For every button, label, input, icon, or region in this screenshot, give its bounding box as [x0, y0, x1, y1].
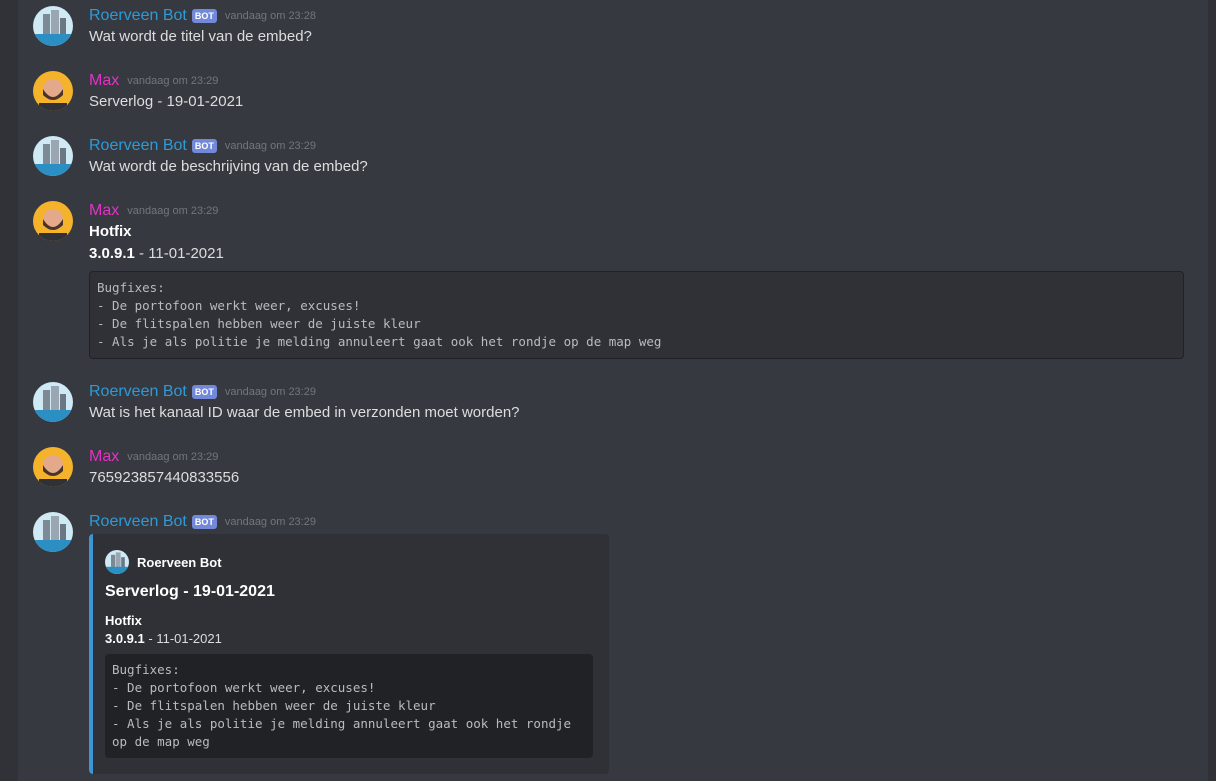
bot-avatar-icon[interactable] — [33, 6, 73, 46]
username[interactable]: Roerveen Bot — [89, 137, 187, 155]
username[interactable]: Roerveen Bot — [89, 7, 187, 25]
timestamp: vandaag om 23:29 — [224, 386, 316, 398]
bot-avatar-icon[interactable] — [33, 382, 73, 422]
message-text: Wat wordt de beschrijving van de embed? — [89, 158, 368, 175]
username[interactable]: Roerveen Bot — [89, 383, 187, 401]
message-version-line: 3.0.9.1 - 11-01-2021 — [89, 245, 224, 262]
left-gutter — [0, 0, 18, 781]
date-suffix: - 11-01-2021 — [134, 245, 224, 262]
embed-author: Roerveen Bot — [105, 550, 222, 574]
embed-date-suffix: - 11-01-2021 — [144, 631, 222, 646]
scrollbar-track[interactable] — [1208, 0, 1216, 781]
bot-badge: BOT — [191, 9, 217, 23]
message-text: Wat is het kanaal ID waar de embed in ve… — [89, 404, 520, 421]
embed-code-block: Bugfixes: - De portofoon werkt weer, exc… — [105, 654, 593, 758]
max-avatar-icon[interactable] — [33, 71, 73, 111]
embed-version-line: 3.0.9.1 - 11-01-2021 — [105, 631, 222, 646]
message-title: Hotfix — [89, 223, 132, 240]
timestamp: vandaag om 23:29 — [127, 205, 219, 217]
message-text: 765923857440833556 — [89, 469, 240, 486]
embed-version: 3.0.9.1 — [105, 631, 145, 646]
version: 3.0.9.1 — [89, 245, 135, 262]
timestamp: vandaag om 23:29 — [127, 75, 219, 87]
embed-description-title: Hotfix — [105, 613, 142, 628]
code-block: Bugfixes: - De portofoon werkt weer, exc… — [89, 271, 1184, 359]
embed-author-name[interactable]: Roerveen Bot — [137, 555, 222, 570]
max-avatar-icon[interactable] — [33, 201, 73, 241]
bot-avatar-icon[interactable] — [33, 136, 73, 176]
message-text: Serverlog - 19-01-2021 — [89, 93, 244, 110]
timestamp: vandaag om 23:29 — [224, 140, 316, 152]
username[interactable]: Max — [89, 72, 119, 90]
username[interactable]: Max — [89, 202, 119, 220]
message-text: Wat wordt de titel van de embed? — [89, 28, 312, 45]
username[interactable]: Roerveen Bot — [89, 513, 187, 531]
embed-author-avatar-icon[interactable] — [105, 550, 129, 574]
max-avatar-icon[interactable] — [33, 447, 73, 487]
bot-avatar-icon[interactable] — [33, 512, 73, 552]
bot-badge: BOT — [191, 385, 217, 399]
timestamp: vandaag om 23:28 — [224, 10, 316, 22]
embed-card: Roerveen Bot Serverlog - 19-01-2021 Hotf… — [89, 534, 609, 774]
timestamp: vandaag om 23:29 — [224, 516, 316, 528]
bot-badge: BOT — [191, 139, 217, 153]
timestamp: vandaag om 23:29 — [127, 451, 219, 463]
embed-title: Serverlog - 19-01-2021 — [105, 583, 275, 600]
bot-badge: BOT — [191, 515, 217, 529]
username[interactable]: Max — [89, 448, 119, 466]
